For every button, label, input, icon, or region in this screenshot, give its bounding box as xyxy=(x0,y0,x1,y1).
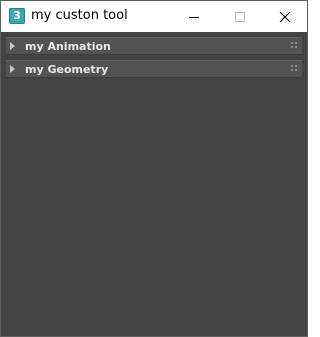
maximize-button[interactable] xyxy=(217,1,263,32)
rollout-panel: my Animation my Geometry xyxy=(1,32,307,336)
drag-grip-icon[interactable] xyxy=(291,42,298,49)
rollout-label: my Geometry xyxy=(25,63,109,76)
drag-grip-icon[interactable] xyxy=(291,65,298,72)
tool-window: 3 my custon tool my Animation my Geometr… xyxy=(0,0,308,337)
maximize-icon xyxy=(235,11,245,22)
title-bar[interactable]: 3 my custon tool xyxy=(1,1,307,32)
close-icon xyxy=(279,11,291,22)
minimize-icon xyxy=(189,16,199,18)
app-icon[interactable]: 3 xyxy=(9,8,25,24)
rollout-my-geometry[interactable]: my Geometry xyxy=(6,60,302,78)
minimize-button[interactable] xyxy=(171,1,217,32)
rollout-label: my Animation xyxy=(25,40,111,53)
expand-arrow-icon[interactable] xyxy=(10,65,15,73)
expand-arrow-icon[interactable] xyxy=(10,42,15,50)
window-title: my custon tool xyxy=(31,8,128,23)
rollout-my-animation[interactable]: my Animation xyxy=(6,37,302,55)
close-button[interactable] xyxy=(262,1,308,32)
